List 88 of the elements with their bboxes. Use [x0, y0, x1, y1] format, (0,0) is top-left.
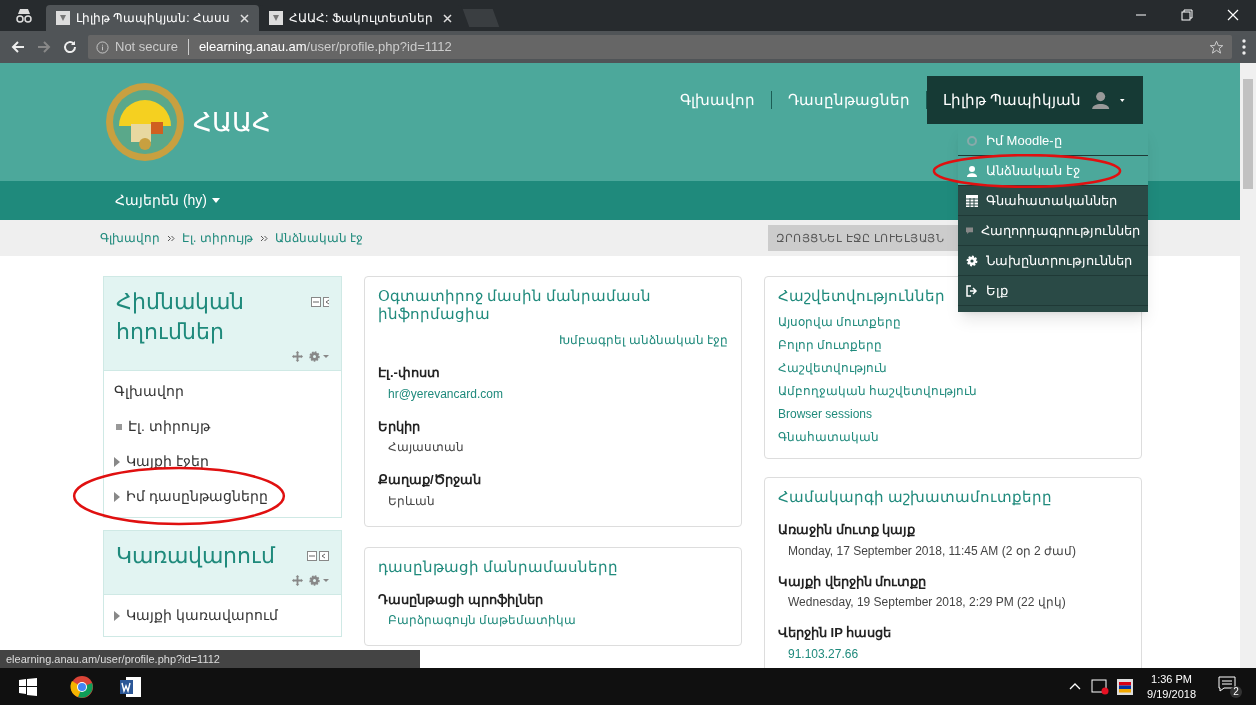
- settings-menu-icon[interactable]: [309, 575, 329, 586]
- nav-tree-link[interactable]: Էլ. տիրույթ: [128, 416, 210, 437]
- word-taskbar-icon[interactable]: [120, 675, 142, 698]
- field-label: Էլ.-փոստ: [378, 364, 441, 382]
- field-label: Վերջին IP հասցե: [778, 624, 892, 643]
- page-icon: [269, 11, 283, 25]
- expand-arrow-icon[interactable]: [114, 610, 120, 621]
- browser-menu-icon[interactable]: [1242, 39, 1246, 55]
- info-icon: [96, 40, 109, 54]
- user-menu-button[interactable]: Լիլիթ Պապիկյան: [927, 76, 1143, 124]
- report-link[interactable]: Browser sessions: [778, 404, 873, 423]
- settings-menu-icon[interactable]: [309, 351, 329, 362]
- menu-item[interactable]: Ելք: [958, 276, 1148, 306]
- block-controls-icon[interactable]: [307, 551, 329, 561]
- notification-count: 2: [1230, 685, 1242, 698]
- scrollbar[interactable]: [1240, 63, 1256, 668]
- nav-link[interactable]: Դասընթացներ: [772, 88, 926, 112]
- report-link[interactable]: Բոլոր մուտքերը: [778, 335, 883, 354]
- reload-icon[interactable]: [62, 39, 78, 55]
- field-value: Wednesday, 19 September 2018, 2:29 PM (22 վրկ): [787, 594, 1066, 611]
- field-link[interactable]: Բարձրագույն մաթեմատիկա: [378, 611, 577, 629]
- move-icon[interactable]: [292, 575, 303, 586]
- card-title: դասընթացի մանրամասները: [378, 557, 620, 576]
- bookmark-star-icon[interactable]: [1209, 39, 1224, 55]
- expand-arrow-icon[interactable]: [114, 456, 120, 467]
- university-emblem-icon[interactable]: [105, 82, 185, 162]
- page-icon: [56, 11, 70, 25]
- notifications-button[interactable]: 2: [1218, 675, 1242, 698]
- menu-item[interactable]: Հաղորդագրություններ: [958, 216, 1148, 246]
- move-icon[interactable]: [292, 351, 303, 362]
- breadcrumb-link[interactable]: Էլ. տիրույթ: [182, 229, 253, 247]
- block-controls-icon[interactable]: [311, 297, 329, 307]
- menu-item[interactable]: Անձնական էջ: [958, 156, 1148, 186]
- menu-item[interactable]: Նախընտրություններ: [958, 246, 1148, 276]
- menu-item[interactable]: Գնահատականներ: [958, 186, 1148, 216]
- report-link[interactable]: Հաշվետվություն: [778, 358, 887, 377]
- settings-icon: [966, 254, 978, 267]
- breadcrumb-chevron-icon: [167, 234, 175, 242]
- logout-icon: [966, 284, 978, 297]
- bullet-icon: [116, 423, 122, 430]
- breadcrumb-link[interactable]: Անձնական էջ: [274, 229, 363, 247]
- field-value: Հայաստան: [387, 439, 464, 456]
- menu-item[interactable]: Իմ Moodle-ը: [958, 126, 1148, 156]
- block-title: Կառավարում: [116, 542, 275, 570]
- clock-date[interactable]: 9/19/2018: [1147, 686, 1196, 702]
- breadcrumb-link[interactable]: Գլխավոր: [100, 229, 160, 247]
- nav-link[interactable]: Գլխավոր: [664, 88, 771, 112]
- report-link[interactable]: Այսօրվա մուտքերը: [778, 312, 902, 331]
- status-url: elearning.anau.am/user/profile.php?id=1112: [0, 650, 420, 668]
- field-link[interactable]: hr@yerevancard.com: [378, 384, 503, 403]
- field-label: Դասընթացի պրոֆիլներ: [378, 590, 544, 609]
- report-link[interactable]: Գնահատական: [778, 427, 879, 446]
- report-link[interactable]: Ամբողջական հաշվետվություն: [778, 381, 978, 400]
- field-label: Առաջին մուտք կայք: [778, 521, 917, 539]
- tray-chevron-icon[interactable]: [1069, 683, 1082, 690]
- chrome-taskbar-icon[interactable]: [70, 674, 94, 699]
- language-menu[interactable]: Հայերեն (hy): [115, 190, 220, 211]
- field-value: Monday, 17 September 2018, 11:45 AM (2 օր 2 ժամ): [787, 542, 1077, 560]
- close-tab-icon[interactable]: [240, 13, 249, 23]
- field-label: Երկիր: [378, 417, 421, 436]
- breadcrumb-chevron-icon: [259, 234, 268, 242]
- address-field[interactable]: Not secure elearning.anau.am/user/profile.php?id=1112: [88, 35, 1232, 59]
- edit-profile-link[interactable]: Խմբագրել անձնական էջը: [378, 331, 728, 349]
- caret-icon: [1120, 97, 1125, 103]
- block-title: Հիմնական հղումներ: [116, 288, 245, 346]
- back-icon[interactable]: [10, 39, 26, 55]
- user-icon: [966, 164, 978, 177]
- windows-start-icon[interactable]: [19, 677, 37, 696]
- field-link[interactable]: 91.103.27.66: [778, 644, 859, 663]
- nav-tree-link[interactable]: Կայքի կառավարում: [126, 605, 278, 626]
- clock-time[interactable]: 1:36 PM: [1151, 671, 1192, 687]
- site-name[interactable]: ՀԱԱՀ: [193, 102, 271, 142]
- browser-tab[interactable]: Լիլիթ Պապիկյան: Հասս: [46, 5, 259, 31]
- caret-icon: [212, 198, 220, 203]
- card-title: Համակարգի աշխատամուտքերը: [778, 486, 1053, 508]
- incognito-icon: [14, 9, 34, 23]
- field-label: Կայքի վերջին մուտքը: [778, 572, 928, 591]
- field-value: Երևան: [387, 492, 435, 510]
- card-title: Հաշվետվություններ: [778, 286, 945, 307]
- card-title: Օգտատիրոջ մասին մանրամասն ինֆորմացիա: [378, 287, 653, 323]
- close-tab-icon[interactable]: [442, 13, 452, 23]
- forward-icon[interactable]: [36, 39, 52, 55]
- network-alert-icon[interactable]: [1091, 678, 1110, 695]
- field-label: Քաղաք/Ծրջան: [378, 471, 482, 489]
- nav-tree-link[interactable]: Գլխավոր: [114, 381, 184, 402]
- keyboard-language-icon[interactable]: [1117, 678, 1134, 695]
- expand-arrow-icon[interactable]: [114, 491, 120, 502]
- table-icon: [966, 194, 978, 207]
